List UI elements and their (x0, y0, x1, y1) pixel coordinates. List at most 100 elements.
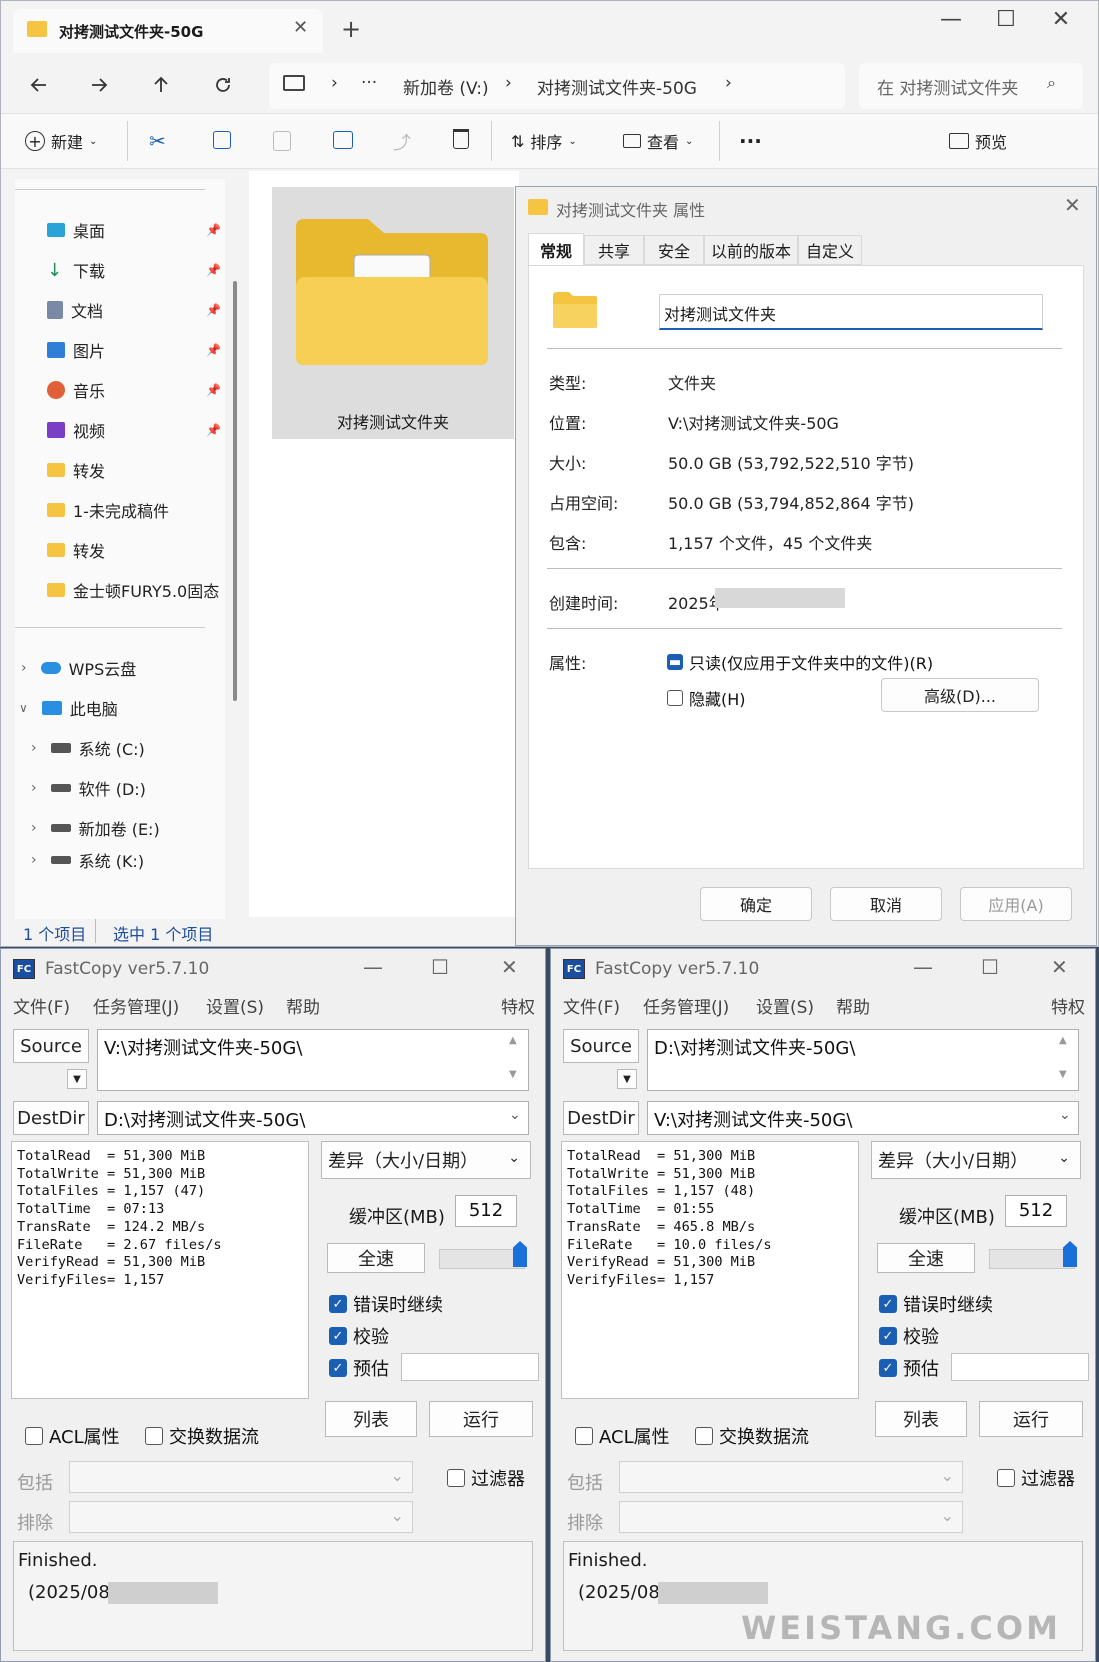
pin-icon[interactable]: 📌 (206, 263, 221, 277)
scroll-up-icon[interactable]: ▲ (509, 1035, 517, 1046)
destdir-button[interactable]: DestDir (563, 1101, 639, 1135)
readonly-checkbox[interactable]: ▬ 只读(仅应用于文件夹中的文件)(R) (667, 650, 933, 674)
estimate-checkbox[interactable]: ✓ 预估 (329, 1355, 389, 1381)
tab-close-icon[interactable]: ✕ (293, 17, 308, 38)
speed-slider-track[interactable] (989, 1249, 1075, 1269)
source-path-input[interactable]: D:\对拷测试文件夹-50G\ (647, 1029, 1079, 1091)
cut-icon[interactable]: ✂ (149, 129, 166, 153)
include-input[interactable]: ⌄ (69, 1461, 413, 1493)
sidebar-item-desktop[interactable]: 桌面 📌 (15, 211, 225, 249)
altstream-checkbox[interactable]: 交换数据流 (695, 1423, 809, 1449)
share-icon[interactable]: ⤴ (393, 129, 411, 155)
back-icon[interactable] (19, 65, 59, 105)
rename-icon[interactable] (333, 131, 353, 149)
speed-slider-track[interactable] (439, 1249, 525, 1269)
sidebar-item-documents[interactable]: 文档 📌 (15, 291, 225, 329)
pin-icon[interactable]: 📌 (206, 383, 221, 397)
tree-item-drive-c[interactable]: › 系统 (C:) (15, 729, 225, 767)
destdir-button[interactable]: DestDir (13, 1101, 89, 1135)
menu-help[interactable]: 帮助 (286, 993, 320, 1018)
verify-checkbox[interactable]: ✓ 校验 (879, 1323, 939, 1349)
menu-jobs[interactable]: 任务管理(J) (93, 993, 179, 1018)
tab-previous-versions[interactable]: 以前的版本 (704, 235, 798, 265)
up-icon[interactable] (141, 65, 181, 105)
menu-privilege[interactable]: 特权 (501, 993, 535, 1018)
acl-checkbox[interactable]: ACL属性 (25, 1423, 120, 1449)
pin-icon[interactable]: 📌 (206, 223, 221, 237)
maximize-button[interactable]: ☐ (986, 7, 1026, 32)
sidebar-scrollbar[interactable] (233, 281, 237, 701)
filter-checkbox[interactable]: 过滤器 (997, 1465, 1075, 1491)
list-button[interactable]: 列表 (325, 1401, 417, 1437)
chevron-right-icon[interactable]: › (31, 780, 37, 796)
close-icon[interactable]: ✕ (1064, 193, 1081, 217)
hidden-checkbox[interactable]: 隐藏(H) (667, 686, 746, 710)
menu-privilege[interactable]: 特权 (1051, 993, 1085, 1018)
continue-on-error-checkbox[interactable]: ✓ 错误时继续 (329, 1291, 443, 1317)
fullspeed-button[interactable]: 全速 (327, 1243, 425, 1273)
chevron-right-icon[interactable]: › (31, 740, 37, 756)
dest-path-input[interactable]: V:\对拷测试文件夹-50G\ (647, 1101, 1079, 1135)
copy-mode-select[interactable]: 差异（大小/日期） ⌄ (321, 1141, 531, 1179)
close-button[interactable]: ✕ (1051, 955, 1068, 979)
sidebar-item-folder[interactable]: 转发 (15, 451, 225, 489)
tab-customize[interactable]: 自定义 (798, 235, 862, 265)
source-history-dropdown[interactable]: ▼ (67, 1069, 87, 1089)
cancel-button[interactable]: 取消 (830, 887, 942, 921)
minimize-button[interactable]: — (931, 7, 971, 32)
exclude-input[interactable]: ⌄ (69, 1501, 413, 1533)
paste-icon[interactable] (273, 131, 291, 151)
pin-icon[interactable]: 📌 (206, 303, 221, 317)
run-button[interactable]: 运行 (979, 1401, 1083, 1437)
tab-security[interactable]: 安全 (644, 235, 704, 265)
estimate-checkbox[interactable]: ✓ 预估 (879, 1355, 939, 1381)
minimize-button[interactable]: — (913, 955, 933, 979)
list-button[interactable]: 列表 (875, 1401, 967, 1437)
more-options-button[interactable]: ··· (739, 123, 762, 159)
minimize-button[interactable]: — (363, 955, 383, 979)
breadcrumb-more[interactable]: ··· (361, 73, 377, 93)
buffer-input[interactable]: 512 (1005, 1195, 1067, 1227)
sidebar-item-videos[interactable]: 视频 📌 (15, 411, 225, 449)
refresh-icon[interactable] (203, 65, 243, 105)
scroll-down-icon[interactable]: ▼ (1059, 1069, 1067, 1080)
close-button[interactable]: ✕ (1041, 7, 1081, 32)
new-button[interactable]: + 新建 ⌄ (25, 123, 97, 159)
folder-tile[interactable]: 对拷测试文件夹 (272, 187, 514, 439)
chevron-down-icon[interactable]: ∨ (19, 701, 28, 715)
maximize-button[interactable]: ☐ (981, 955, 999, 979)
menu-file[interactable]: 文件(F) (563, 993, 620, 1018)
filter-checkbox[interactable]: 过滤器 (447, 1465, 525, 1491)
buffer-input[interactable]: 512 (455, 1195, 517, 1227)
acl-checkbox[interactable]: ACL属性 (575, 1423, 670, 1449)
tab-sharing[interactable]: 共享 (584, 235, 644, 265)
breadcrumb-folder[interactable]: 对拷测试文件夹-50G (537, 74, 697, 99)
include-input[interactable]: ⌄ (619, 1461, 963, 1493)
source-path-input[interactable]: V:\对拷测试文件夹-50G\ (97, 1029, 529, 1091)
speed-slider-thumb[interactable] (513, 1241, 527, 1267)
source-button[interactable]: Source (13, 1029, 89, 1063)
folder-name-input[interactable]: 对拷测试文件夹 (659, 294, 1043, 330)
menu-jobs[interactable]: 任务管理(J) (643, 993, 729, 1018)
fullspeed-button[interactable]: 全速 (877, 1243, 975, 1273)
delete-icon[interactable] (453, 129, 469, 149)
address-bar[interactable]: › ··· 新加卷 (V:) › 对拷测试文件夹-50G › (269, 63, 845, 109)
close-button[interactable]: ✕ (501, 955, 518, 979)
preview-button[interactable]: 预览 (949, 123, 1007, 159)
chevron-right-icon[interactable]: › (31, 820, 37, 836)
verify-checkbox[interactable]: ✓ 校验 (329, 1323, 389, 1349)
view-button[interactable]: 查看 ⌄ (623, 123, 693, 159)
tree-item-drive-d[interactable]: › 软件 (D:) (15, 769, 225, 807)
breadcrumb-drive[interactable]: 新加卷 (V:) (403, 74, 489, 99)
advanced-button[interactable]: 高级(D)... (881, 678, 1039, 712)
tree-item-drive-e[interactable]: › 新加卷 (E:) (15, 809, 225, 847)
pin-icon[interactable]: 📌 (206, 343, 221, 357)
chevron-down-icon[interactable]: ⌄ (509, 1107, 521, 1123)
sort-button[interactable]: ⇅ 排序 ⌄ (511, 123, 577, 159)
continue-on-error-checkbox[interactable]: ✓ 错误时继续 (879, 1291, 993, 1317)
scroll-up-icon[interactable]: ▲ (1059, 1035, 1067, 1046)
menu-help[interactable]: 帮助 (836, 993, 870, 1018)
tree-item-this-pc[interactable]: ∨ 此电脑 (15, 689, 225, 727)
pin-icon[interactable]: 📌 (206, 423, 221, 437)
chevron-right-icon[interactable]: › (21, 660, 27, 676)
